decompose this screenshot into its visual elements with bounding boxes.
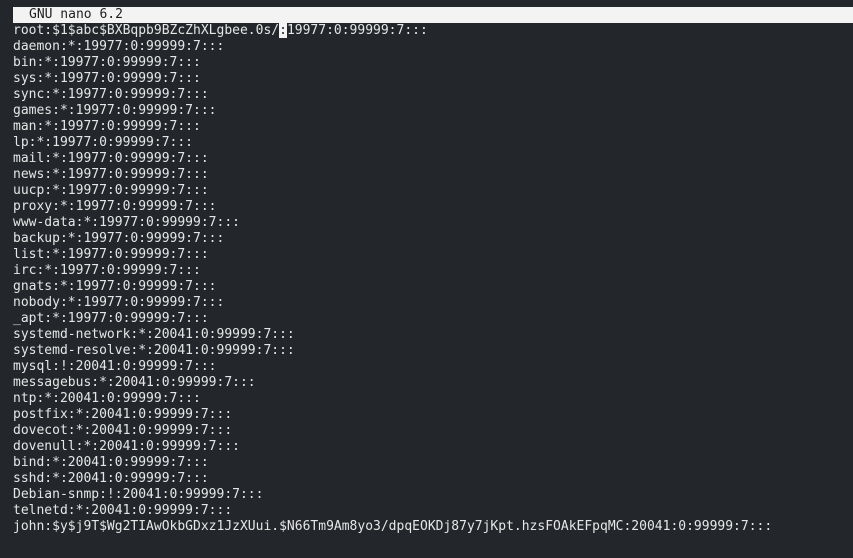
text-line[interactable]: backup:*:19977:0:99999:7::: [13,231,853,247]
text-line[interactable]: dovenull:*:20041:0:99999:7::: [13,439,853,455]
terminal-window[interactable]: GNU nano 6.2 root:$1$abc$BXBqpb9BZcZhXLg… [0,0,853,558]
nano-title-bar: GNU nano 6.2 [13,7,853,23]
text-line[interactable]: proxy:*:19977:0:99999:7::: [13,199,853,215]
editor-title: GNU nano 6.2 [29,7,123,22]
text-line[interactable]: irc:*:19977:0:99999:7::: [13,263,853,279]
text-line[interactable]: sys:*:19977:0:99999:7::: [13,71,853,87]
text-line[interactable]: systemd-network:*:20041:0:99999:7::: [13,327,853,343]
text-line[interactable]: Debian-snmp:!:20041:0:99999:7::: [13,487,853,503]
text-line[interactable]: postfix:*:20041:0:99999:7::: [13,407,853,423]
text-line[interactable]: _apt:*:19977:0:99999:7::: [13,311,853,327]
text-line[interactable]: sshd:*:20041:0:99999:7::: [13,471,853,487]
text-line[interactable]: lp:*:19977:0:99999:7::: [13,135,853,151]
text-line[interactable]: nobody:*:19977:0:99999:7::: [13,295,853,311]
text-line[interactable]: sync:*:19977:0:99999:7::: [13,87,853,103]
line-text-after-cursor: 19977:0:99999:7::: [286,23,428,38]
text-line[interactable]: messagebus:*:20041:0:99999:7::: [13,375,853,391]
text-line[interactable]: dovecot:*:20041:0:99999:7::: [13,423,853,439]
text-line[interactable]: man:*:19977:0:99999:7::: [13,119,853,135]
text-line[interactable]: list:*:19977:0:99999:7::: [13,247,853,263]
text-line[interactable]: telnetd:*:20041:0:99999:7::: [13,503,853,519]
text-line[interactable]: gnats:*:19977:0:99999:7::: [13,279,853,295]
text-line[interactable]: john:$y$j9T$Wg2TIAwOkbGDxz1JzXUui.$N66Tm… [13,519,853,535]
text-line[interactable]: daemon:*:19977:0:99999:7::: [13,39,853,55]
text-line[interactable]: root:$1$abc$BXBqpb9BZcZhXLgbee.0s/:19977… [13,23,853,39]
text-line[interactable]: bin:*:19977:0:99999:7::: [13,55,853,71]
text-line[interactable]: ntp:*:20041:0:99999:7::: [13,391,853,407]
text-line[interactable]: uucp:*:19977:0:99999:7::: [13,183,853,199]
line-list: daemon:*:19977:0:99999:7::: bin:*:19977:0… [13,39,853,535]
text-line[interactable]: www-data:*:19977:0:99999:7::: [13,215,853,231]
text-line[interactable]: news:*:19977:0:99999:7::: [13,167,853,183]
text-line[interactable]: mysql:!:20041:0:99999:7::: [13,359,853,375]
editor-buffer[interactable]: root:$1$abc$BXBqpb9BZcZhXLgbee.0s/:19977… [13,23,853,535]
text-line[interactable]: bind:*:20041:0:99999:7::: [13,455,853,471]
text-line[interactable]: games:*:19977:0:99999:7::: [13,103,853,119]
line-text-before-cursor: root:$1$abc$BXBqpb9BZcZhXLgbee.0s/ [13,23,280,38]
text-cursor: : [279,23,287,38]
text-line[interactable]: systemd-resolve:*:20041:0:99999:7::: [13,343,853,359]
text-line[interactable]: mail:*:19977:0:99999:7::: [13,151,853,167]
